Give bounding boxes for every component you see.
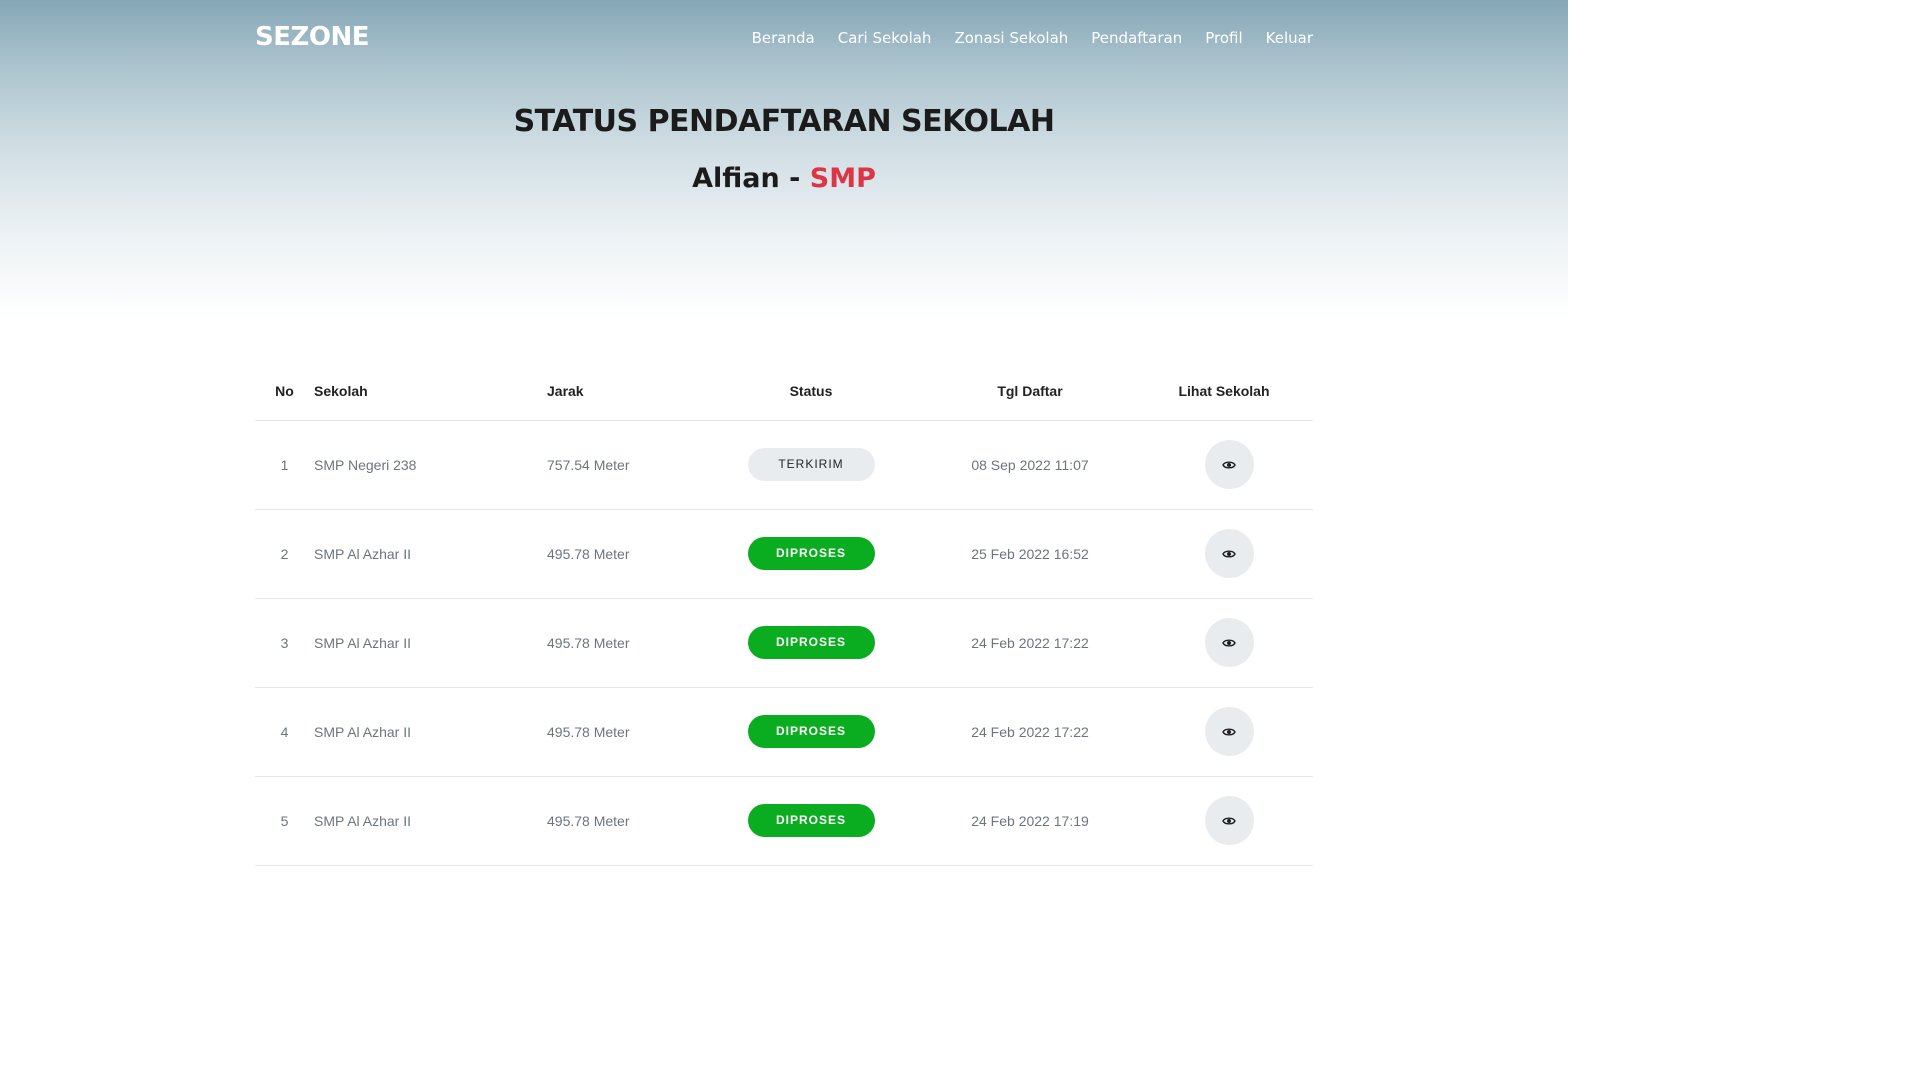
row-tgl-daftar: 08 Sep 2022 11:07 <box>925 420 1135 510</box>
eye-icon <box>1222 638 1236 647</box>
row-no: 3 <box>255 598 314 688</box>
row-sekolah: SMP Al Azhar II <box>314 598 547 688</box>
eye-icon <box>1222 727 1236 736</box>
row-sekolah: SMP Al Azhar II <box>314 687 547 777</box>
eye-icon <box>1222 549 1236 558</box>
student-heading: Alfian - SMP <box>0 163 1568 194</box>
row-tgl-daftar: 25 Feb 2022 16:52 <box>925 509 1135 599</box>
table-row: 3 SMP Al Azhar II 495.78 Meter DIPROSES … <box>255 598 1313 688</box>
status-badge: TERKIRIM <box>747 448 875 481</box>
view-school-button[interactable] <box>1204 707 1254 756</box>
nav-beranda[interactable]: Beranda <box>752 29 815 47</box>
row-jarak: 757.54 Meter <box>547 420 697 510</box>
nav-zonasi-sekolah[interactable]: Zonasi Sekolah <box>954 29 1068 47</box>
table-row: 4 SMP Al Azhar II 495.78 Meter DIPROSES … <box>255 687 1313 777</box>
student-name: Alfian <box>692 163 780 194</box>
table-row: 2 SMP Al Azhar II 495.78 Meter DIPROSES … <box>255 509 1313 599</box>
status-badge: DIPROSES <box>747 626 875 659</box>
table-header-row: No Sekolah Jarak Status Tgl Daftar Lihat… <box>255 362 1313 421</box>
row-sekolah: SMP Al Azhar II <box>314 509 547 599</box>
view-school-button[interactable] <box>1204 618 1254 667</box>
registration-table: No Sekolah Jarak Status Tgl Daftar Lihat… <box>255 362 1313 866</box>
row-sekolah: SMP Negeri 238 <box>314 420 547 510</box>
nav-pendaftaran[interactable]: Pendaftaran <box>1091 29 1182 47</box>
hero-banner <box>0 0 1568 320</box>
status-badge: DIPROSES <box>747 804 875 837</box>
row-tgl-daftar: 24 Feb 2022 17:22 <box>925 687 1135 777</box>
row-tgl-daftar: 24 Feb 2022 17:22 <box>925 598 1135 688</box>
header-tgl-daftar: Tgl Daftar <box>925 362 1135 421</box>
status-badge: DIPROSES <box>747 715 875 748</box>
nav-cari-sekolah[interactable]: Cari Sekolah <box>838 29 932 47</box>
row-no: 5 <box>255 776 314 866</box>
header-lihat-sekolah: Lihat Sekolah <box>1135 362 1313 421</box>
view-school-button[interactable] <box>1204 529 1254 578</box>
page-title: STATUS PENDAFTARAN SEKOLAH <box>513 104 1055 139</box>
view-school-button[interactable] <box>1204 796 1254 845</box>
header-jarak: Jarak <box>547 362 697 421</box>
header-sekolah: Sekolah <box>314 362 547 421</box>
row-no: 2 <box>255 509 314 599</box>
row-tgl-daftar: 24 Feb 2022 17:19 <box>925 776 1135 866</box>
header-no: No <box>255 362 314 421</box>
student-separator: - <box>779 163 810 194</box>
row-jarak: 495.78 Meter <box>547 509 697 599</box>
table-row: 1 SMP Negeri 238 757.54 Meter TERKIRIM 0… <box>255 420 1313 510</box>
eye-icon <box>1222 816 1236 825</box>
nav-keluar[interactable]: Keluar <box>1266 29 1313 47</box>
row-jarak: 495.78 Meter <box>547 776 697 866</box>
table-row: 5 SMP Al Azhar II 495.78 Meter DIPROSES … <box>255 776 1313 866</box>
eye-icon <box>1222 460 1236 469</box>
row-jarak: 495.78 Meter <box>547 687 697 777</box>
header-status: Status <box>697 362 925 421</box>
brand-logo[interactable]: SEZONE <box>255 22 369 52</box>
row-no: 1 <box>255 420 314 510</box>
row-sekolah: SMP Al Azhar II <box>314 776 547 866</box>
status-badge: DIPROSES <box>747 537 875 570</box>
school-level: SMP <box>809 163 876 194</box>
row-no: 4 <box>255 687 314 777</box>
row-jarak: 495.78 Meter <box>547 598 697 688</box>
nav-profil[interactable]: Profil <box>1205 29 1242 47</box>
main-nav: Beranda Cari Sekolah Zonasi Sekolah Pend… <box>752 29 1313 47</box>
view-school-button[interactable] <box>1204 440 1254 489</box>
